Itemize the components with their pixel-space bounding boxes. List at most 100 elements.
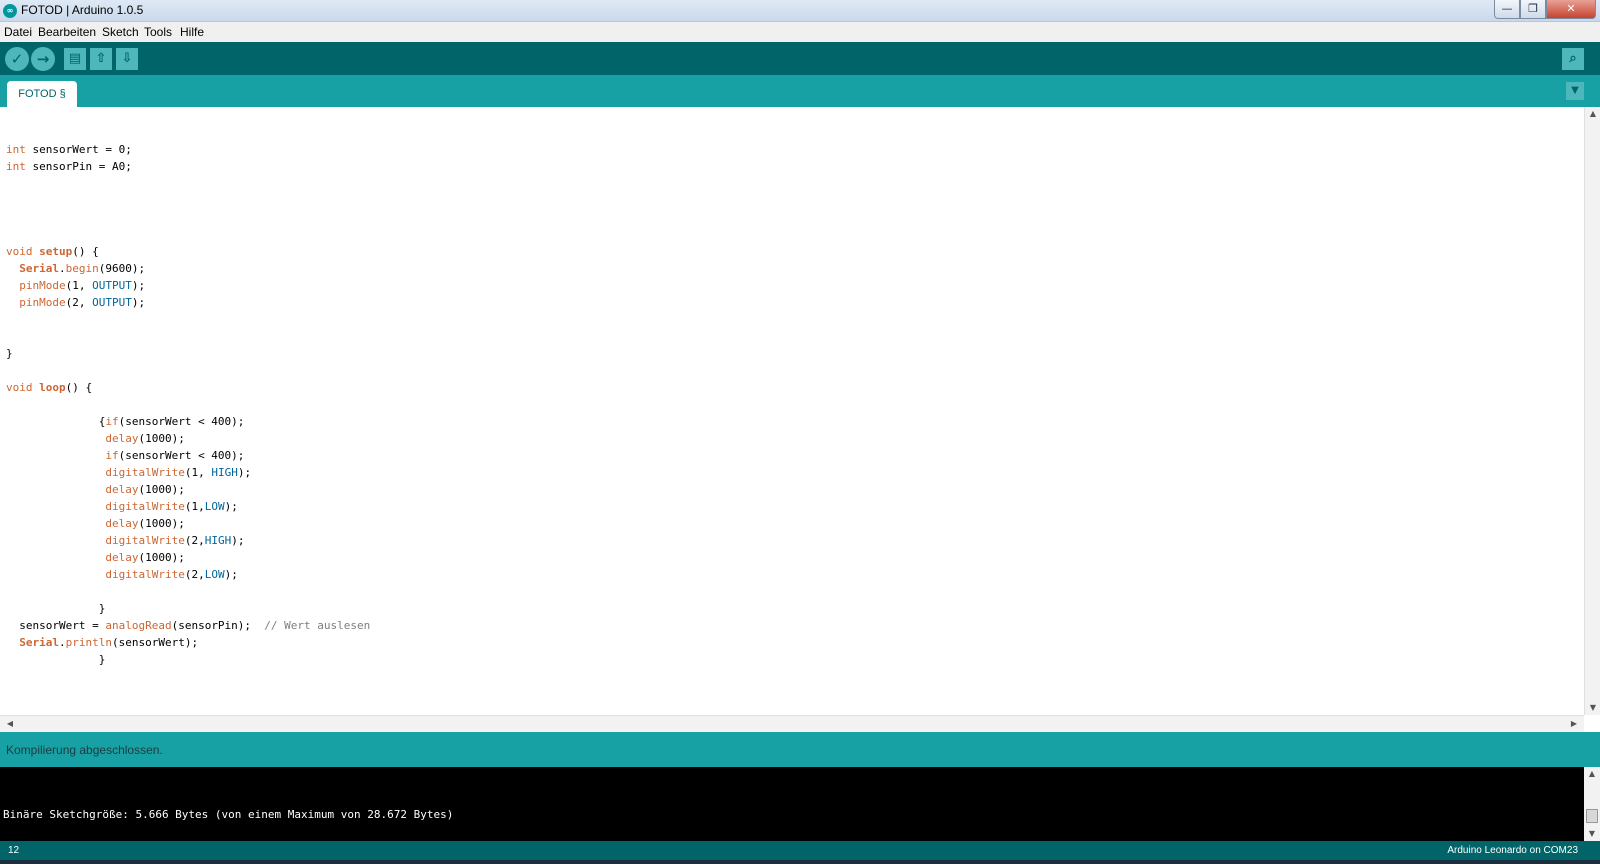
code-line[interactable]: delay(1000); (6, 549, 370, 566)
code-line[interactable]: void loop() { (6, 379, 370, 396)
status-message: Kompilierung abgeschlossen. (6, 743, 163, 757)
save-button[interactable]: ⇩ (116, 48, 138, 70)
scroll-down-icon[interactable]: ▼ (1585, 701, 1600, 715)
menu-hilfe[interactable]: Hilfe (180, 25, 204, 39)
code-token: delay (105, 551, 139, 564)
code-token: LOW (204, 500, 225, 513)
code-token: (sensorWert < 400); (118, 449, 245, 462)
code-line[interactable]: delay(1000); (6, 430, 370, 447)
code-token: if (105, 449, 119, 462)
code-line[interactable]: int sensorWert = 0; (6, 141, 370, 158)
code-line[interactable] (6, 328, 370, 345)
code-line[interactable] (6, 362, 370, 379)
code-token: (1000); (138, 432, 185, 445)
open-button[interactable]: ⇧ (90, 48, 112, 70)
code-line[interactable]: if(sensorWert < 400); (6, 447, 370, 464)
code-token: HIGH (204, 534, 232, 547)
code-token: digitalWrite (105, 568, 185, 581)
code-token: sensorWert = 0; (25, 143, 132, 156)
footer-bar: 12 Arduino Leonardo on COM23 (0, 841, 1600, 860)
maximize-button[interactable]: ❐ (1520, 0, 1546, 19)
menu-sketch[interactable]: Sketch (102, 25, 139, 39)
code-token: int (6, 143, 26, 156)
code-line[interactable]: Serial.begin(9600); (6, 260, 370, 277)
code-line[interactable]: } (6, 345, 370, 362)
code-line[interactable] (6, 583, 370, 600)
code-line[interactable]: {if(sensorWert < 400); (6, 413, 370, 430)
code-token: if (105, 415, 119, 428)
new-button[interactable]: ▤ (64, 48, 86, 70)
minimize-button[interactable]: — (1494, 0, 1520, 19)
code-line[interactable]: delay(1000); (6, 515, 370, 532)
code-token: ); (237, 466, 252, 479)
code-token: void (6, 381, 33, 394)
console-scroll-down-icon[interactable]: ▼ (1584, 827, 1600, 841)
tab-fotod[interactable]: FOTOD § (7, 81, 77, 107)
code-token: (1000); (138, 551, 185, 564)
code-token: } (6, 347, 13, 360)
code-token: delay (105, 517, 139, 530)
code-line[interactable]: digitalWrite(1, HIGH); (6, 464, 370, 481)
scroll-up-icon[interactable]: ▲ (1585, 107, 1600, 121)
code-token: pinMode (19, 279, 66, 292)
console-scrollbar[interactable]: ▲ ▼ (1584, 767, 1600, 841)
code-token: Serial (19, 262, 59, 275)
code-token: void (6, 245, 33, 258)
code-token: (2, (184, 568, 205, 581)
code-line[interactable] (6, 175, 370, 192)
close-button[interactable]: ✕ (1546, 0, 1596, 19)
code-line[interactable] (6, 192, 370, 209)
code-line[interactable]: delay(1000); (6, 481, 370, 498)
code-line[interactable]: digitalWrite(2,LOW); (6, 566, 370, 583)
scroll-left-icon[interactable]: ◀ (2, 717, 18, 731)
code-token: (1000); (138, 517, 185, 530)
code-line[interactable] (6, 209, 370, 226)
console-output: Binäre Sketchgröße: 5.666 Bytes (von ein… (0, 767, 1584, 841)
code-token: pinMode (19, 296, 66, 309)
code-line[interactable]: int sensorPin = A0; (6, 158, 370, 175)
code-line[interactable] (6, 226, 370, 243)
code-token: Serial (19, 636, 59, 649)
menu-bearbeiten[interactable]: Bearbeiten (38, 25, 96, 39)
code-line[interactable]: digitalWrite(2,HIGH); (6, 532, 370, 549)
menu-tools[interactable]: Tools (144, 25, 172, 39)
code-line[interactable] (6, 311, 370, 328)
serial-monitor-button[interactable]: ⌕ (1562, 48, 1584, 70)
code-line[interactable] (6, 396, 370, 413)
code-editor[interactable]: int sensorWert = 0; int sensorPin = A0; vo… (0, 107, 1584, 715)
code-line[interactable]: void setup() { (6, 243, 370, 260)
console-scroll-up-icon[interactable]: ▲ (1584, 767, 1600, 781)
code-line[interactable]: } (6, 651, 370, 668)
scroll-right-icon[interactable]: ▶ (1566, 717, 1582, 731)
menu-datei[interactable]: Datei (4, 25, 32, 39)
upload-button[interactable]: → (31, 47, 55, 71)
tab-menu-button[interactable]: ▼ (1566, 82, 1584, 100)
code-token: ); (131, 296, 146, 309)
editor-vertical-scrollbar[interactable]: ▲ ▼ (1584, 107, 1600, 715)
code-token: ); (224, 568, 238, 581)
verify-button[interactable]: ✓ (5, 47, 29, 71)
code-line[interactable]: pinMode(1, OUTPUT); (6, 277, 370, 294)
code-line[interactable]: pinMode(2, OUTPUT); (6, 294, 370, 311)
code-token: () { (72, 245, 99, 258)
code-token: (2, (65, 296, 93, 309)
console-scroll-thumb[interactable] (1586, 809, 1598, 823)
code-token: LOW (204, 568, 225, 581)
board-port-info: Arduino Leonardo on COM23 (1447, 845, 1578, 856)
code-line[interactable]: Serial.println(sensorWert); (6, 634, 370, 651)
code-token: (sensorWert < 400); (118, 415, 245, 428)
code-line[interactable] (6, 124, 370, 141)
code-line[interactable]: sensorWert = analogRead(sensorPin); // W… (6, 617, 370, 634)
editor-horizontal-scrollbar[interactable]: ◀ ▶ (0, 715, 1584, 732)
code-text[interactable]: int sensorWert = 0; int sensorPin = A0; vo… (6, 124, 370, 668)
code-line[interactable]: } (6, 600, 370, 617)
code-line[interactable]: digitalWrite(1,LOW); (6, 498, 370, 515)
